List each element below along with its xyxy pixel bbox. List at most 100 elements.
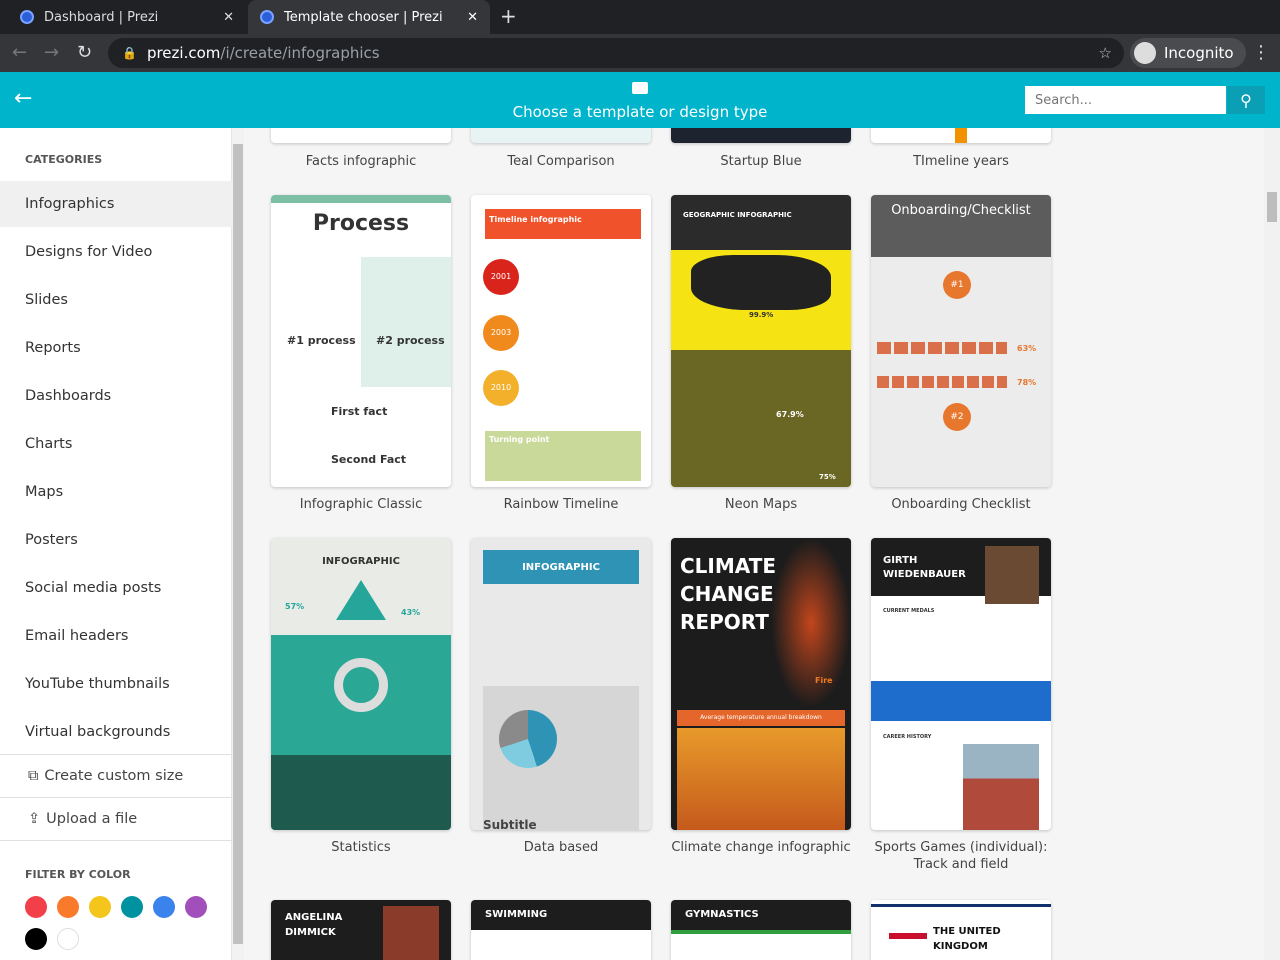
color-filter-swatch[interactable] (121, 896, 143, 918)
color-filter-swatch[interactable] (25, 896, 47, 918)
thumb-text: 63% (1017, 344, 1037, 353)
lock-icon: 🔒 (122, 46, 137, 60)
template-card-facts[interactable] (271, 128, 451, 143)
template-label: Rainbow Timeline (503, 497, 619, 512)
custom-size-icon: ⧉ (28, 768, 39, 784)
thumb-text: Onboarding/Checklist (891, 203, 1031, 218)
sidebar-item-label: YouTube thumbnails (25, 676, 170, 692)
thumb-text: INFOGRAPHIC (322, 556, 400, 567)
template-label: Neon Maps (724, 497, 798, 512)
thumb-text: Average temperature annual breakdown (700, 714, 822, 721)
thumb-text: CLIMATE CHANGE REPORT (680, 554, 776, 634)
sidebar-item-maps[interactable]: Maps (0, 469, 232, 515)
template-card-gymnastics[interactable]: GYMNASTICS (671, 900, 851, 960)
color-filter-swatch[interactable] (25, 928, 47, 950)
upload-file-button[interactable]: ⇪ Upload a file (0, 797, 232, 840)
color-filter-swatch[interactable] (89, 896, 111, 918)
template-card-rainbow-timeline[interactable]: Timeline infographic 2001 2003 2010 Turn… (471, 195, 651, 487)
page-scrollbar[interactable] (1264, 128, 1280, 960)
sidebar-item-designs-for-video[interactable]: Designs for Video (0, 229, 232, 275)
incognito-badge[interactable]: Incognito (1130, 38, 1246, 68)
thumb-text: GEOGRAPHIC INFOGRAPHIC (683, 211, 792, 219)
new-tab-icon[interactable]: + (500, 4, 517, 28)
thumb-text: 43% (401, 608, 421, 617)
template-card-startup-blue[interactable] (671, 128, 851, 143)
thumb-text: 99.9% (749, 311, 774, 319)
template-card-infographic-classic[interactable]: Process #1 process #2 process First fact… (271, 195, 451, 487)
sidebar-item-label: Email headers (25, 628, 129, 644)
create-custom-size-button[interactable]: ⧉ Create custom size (0, 754, 232, 797)
prezi-favicon-icon (260, 10, 274, 24)
thumb-text: #1 (943, 271, 971, 299)
template-card-neon-maps[interactable]: GEOGRAPHIC INFOGRAPHIC 99.9% 67.9% 75% (671, 195, 851, 487)
sidebar-item-label: Posters (25, 532, 78, 548)
template-label: Startup Blue (720, 154, 802, 169)
color-filter-swatch[interactable] (57, 928, 79, 950)
template-card-data-based[interactable]: INFOGRAPHIC Subtitle (471, 538, 651, 830)
thumb-text: 2003 (483, 315, 519, 351)
template-card-teal-comparison[interactable] (471, 128, 651, 143)
sidebar-item-youtube-thumbnails[interactable]: YouTube thumbnails (0, 661, 232, 707)
sidebar-item-posters[interactable]: Posters (0, 517, 232, 563)
thumb-text: GYMNASTICS (685, 909, 759, 920)
sidebar-item-reports[interactable]: Reports (0, 325, 232, 371)
template-card-angelina[interactable]: ANGELINA DIMMICK (271, 900, 451, 960)
sidebar-item-social-media-posts[interactable]: Social media posts (0, 565, 232, 611)
color-filter-swatch[interactable] (57, 896, 79, 918)
template-card-timeline-years[interactable] (871, 128, 1051, 143)
template-card-swimming[interactable]: SWIMMING (471, 900, 651, 960)
template-card-climate-change[interactable]: CLIMATE CHANGE REPORT Fire Average tempe… (671, 538, 851, 830)
forward-icon[interactable]: → (44, 42, 59, 63)
sidebar-item-slides[interactable]: Slides (0, 277, 232, 323)
sidebar-item-email-headers[interactable]: Email headers (0, 613, 232, 659)
menu-icon[interactable]: ⋮ (1252, 42, 1270, 63)
sidebar-scrollbar[interactable] (232, 128, 244, 960)
uk-flag-icon (889, 922, 927, 950)
sidebar-item-virtual-backgrounds[interactable]: Virtual backgrounds (0, 709, 232, 755)
color-filter-swatch[interactable] (153, 896, 175, 918)
tab-template-chooser[interactable]: Template chooser | Prezi ✕ (248, 0, 490, 34)
sidebar: CATEGORIES Infographics Designs for Video… (0, 128, 232, 960)
color-filter-swatch[interactable] (185, 896, 207, 918)
thumb-text: Process (312, 211, 410, 236)
thumb-text: INFOGRAPHIC (522, 562, 600, 573)
template-card-statistics[interactable]: INFOGRAPHIC 57% 43% (271, 538, 451, 830)
template-label: Statistics (331, 840, 391, 855)
template-label: Onboarding Checklist (891, 497, 1031, 512)
thumb-text: 2001 (483, 259, 519, 295)
template-label: Sports Games (individual): Track and fie… (874, 840, 1048, 872)
thumb-text: GIRTH WIEDENBAUER (883, 555, 966, 580)
thumb-text: 78% (1017, 378, 1037, 387)
template-card-united-kingdom[interactable]: THE UNITED KINGDOM (871, 900, 1051, 960)
sidebar-item-label: Reports (25, 340, 81, 356)
tab-dashboard[interactable]: Dashboard | Prezi ✕ (8, 0, 246, 34)
reload-icon[interactable]: ↻ (77, 42, 92, 63)
template-card-onboarding-checklist[interactable]: Onboarding/Checklist #1 63% 78% #2 (871, 195, 1051, 487)
sidebar-item-label: Virtual backgrounds (25, 724, 171, 740)
url-path: /i/create/infographics (220, 44, 380, 62)
address-bar[interactable]: 🔒 prezi.com/i/create/infographics ☆ (108, 38, 1124, 68)
tab-title: Dashboard | Prezi (44, 9, 159, 25)
thumb-text: SWIMMING (485, 909, 548, 920)
template-label: Teal Comparison (507, 154, 615, 169)
bookmark-star-icon[interactable]: ☆ (1099, 44, 1112, 62)
back-icon[interactable]: ← (12, 42, 27, 63)
sidebar-item-charts[interactable]: Charts (0, 421, 232, 467)
upload-icon: ⇪ (28, 811, 41, 827)
sidebar-item-label: Social media posts (25, 580, 162, 596)
search-button[interactable]: ⚲ (1227, 86, 1265, 114)
close-tab-icon[interactable]: ✕ (223, 10, 234, 25)
thumb-text: 75% (819, 473, 836, 481)
sidebar-item-dashboards[interactable]: Dashboards (0, 373, 232, 419)
template-card-sports-games[interactable]: GIRTH WIEDENBAUER CURRENT MEDALS CAREER … (871, 538, 1051, 830)
sidebar-item-infographics[interactable]: Infographics (0, 181, 232, 227)
thumb-text: Timeline infographic (489, 215, 582, 224)
sidebar-item-label: Slides (25, 292, 68, 308)
close-tab-icon[interactable]: ✕ (467, 10, 478, 25)
sidebar-item-label: Designs for Video (25, 244, 153, 260)
search-input[interactable] (1025, 86, 1226, 114)
template-label: Data based (523, 840, 599, 855)
template-label: Facts infographic (305, 154, 417, 169)
thumb-text: #2 process (376, 334, 445, 347)
thumb-text: THE UNITED KINGDOM (933, 926, 1001, 952)
